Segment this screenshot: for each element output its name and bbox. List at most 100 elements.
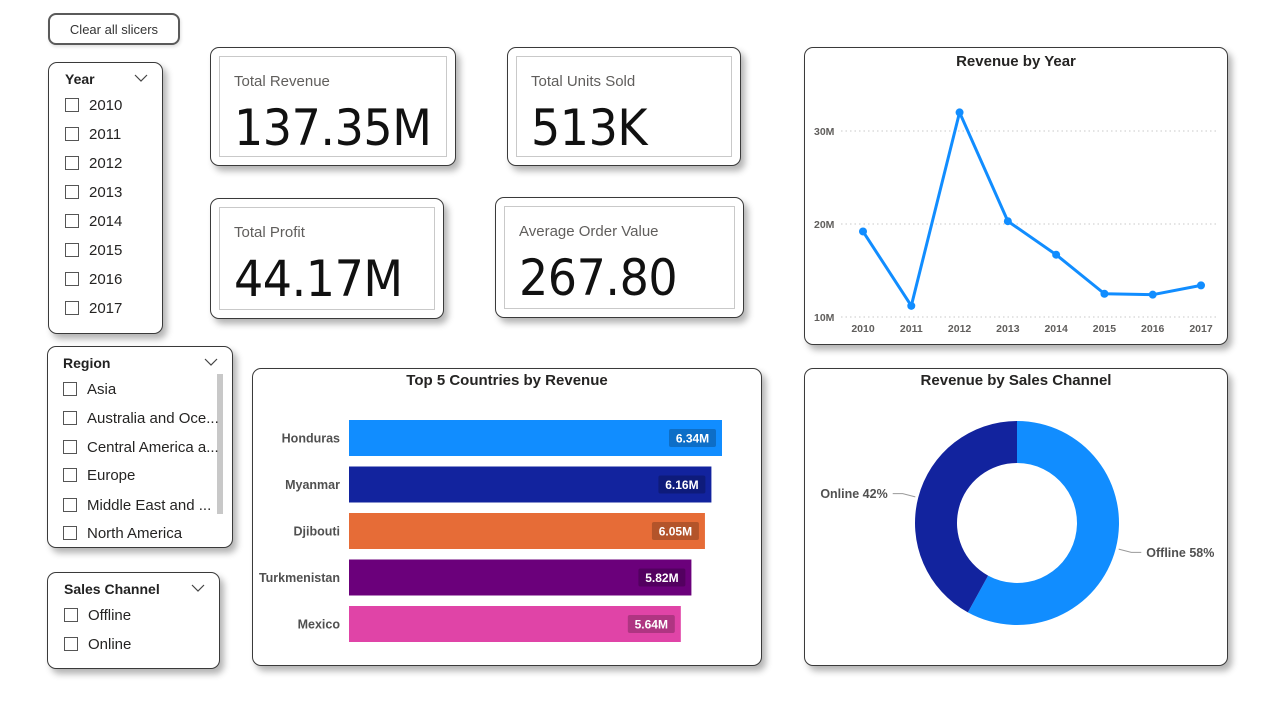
sales-channel-option-offline[interactable]: Offline (64, 604, 131, 626)
chevron-down-icon[interactable] (134, 73, 148, 83)
option-label: Europe (87, 466, 136, 484)
year-option-2010[interactable]: 2010 (65, 94, 122, 116)
region-option[interactable]: Middle East and ... (63, 494, 211, 516)
region-option[interactable]: Europe (63, 464, 135, 486)
checkbox[interactable] (65, 156, 79, 170)
card-frame: Total Revenue 137.35M (219, 56, 447, 157)
year-option-2015[interactable]: 2015 (65, 239, 122, 261)
card-frame: Total Profit 44.17M (219, 207, 435, 310)
option-label: 2012 (89, 154, 123, 172)
checkbox[interactable] (64, 608, 78, 622)
kpi-label: Total Profit (234, 224, 305, 241)
card-frame: Average Order Value 267.80 (504, 206, 735, 309)
x-tick-label: 2016 (1141, 323, 1165, 335)
checkbox[interactable] (63, 411, 77, 425)
checkbox[interactable] (65, 243, 79, 257)
x-tick-label: 2014 (1044, 323, 1068, 335)
year-option-2014[interactable]: 2014 (65, 210, 122, 232)
x-tick-label: 2010 (851, 323, 875, 335)
kpi-label: Total Units Sold (531, 73, 636, 90)
data-point (955, 108, 964, 117)
year-option-2011[interactable]: 2011 (65, 123, 121, 145)
option-label: North America (87, 524, 183, 542)
x-tick-label: 2013 (996, 323, 1020, 335)
bar (349, 420, 722, 456)
total-revenue-card: Total Revenue 137.35M (210, 47, 456, 166)
option-label: 2010 (89, 96, 123, 114)
category-label: Turkmenistan (259, 571, 340, 585)
region-option[interactable]: Asia (63, 378, 116, 400)
slice-label: Offline 58% (1146, 546, 1214, 560)
year-option-2016[interactable]: 2016 (65, 268, 122, 290)
series-line (861, 110, 1202, 308)
total-units-sold-card: Total Units Sold 513K (507, 47, 741, 166)
year-option-2013[interactable]: 2013 (65, 181, 122, 203)
clear-all-slicers-button[interactable]: Clear all slicers (48, 13, 180, 45)
option-label: 2013 (89, 183, 123, 201)
checkbox[interactable] (65, 301, 79, 315)
leader-line (1118, 548, 1142, 553)
region-option[interactable]: Australia and Oce... (63, 407, 219, 429)
kpi-label: Average Order Value (519, 223, 659, 240)
checkbox[interactable] (63, 526, 77, 540)
option-label: Australia and Oce... (87, 409, 219, 427)
option-label: 2015 (89, 241, 123, 259)
data-point (1052, 250, 1061, 259)
category-label: Myanmar (285, 478, 340, 492)
top-5-countries-chart[interactable]: Top 5 Countries by Revenue Honduras 6.34M… (252, 368, 762, 666)
option-label: 2016 (89, 270, 123, 288)
checkbox[interactable] (65, 98, 79, 112)
x-tick-label: 2012 (948, 323, 972, 335)
checkbox[interactable] (65, 214, 79, 228)
data-label: 5.64M (635, 618, 668, 632)
average-order-value-card: Average Order Value 267.80 (495, 197, 744, 318)
option-label: 2014 (89, 212, 123, 230)
checkbox[interactable] (63, 440, 77, 454)
x-tick-label: 2017 (1189, 323, 1213, 335)
line-chart-svg: 10M 20M 30M 2010 2011 2012 2013 2014 2015 2016 201… (814, 108, 1219, 335)
sales-channel-option-online[interactable]: Online (64, 633, 131, 655)
option-label: Middle East and ... (87, 496, 212, 514)
category-label: Honduras (282, 432, 340, 446)
checkbox[interactable] (65, 185, 79, 199)
data-point (1148, 290, 1157, 299)
checkbox[interactable] (63, 382, 77, 396)
option-label: Asia (87, 380, 117, 398)
kpi-value: 44.17M (234, 250, 403, 308)
checkbox[interactable] (63, 498, 77, 512)
option-label: 2011 (89, 125, 122, 143)
y-tick-label: 10M (814, 312, 835, 324)
donut-chart-svg: Offline 58% Online 42% (820, 421, 1214, 625)
year-option-2012[interactable]: 2012 (65, 152, 122, 174)
data-point (1003, 217, 1012, 226)
checkbox[interactable] (65, 127, 79, 141)
year-slicer-title: Year (65, 71, 95, 87)
year-slicer: Year 2010 2011 2012 2013 2014 2015 2016 … (48, 62, 163, 334)
sales-channel-slicer-title: Sales Channel (64, 581, 160, 597)
total-profit-card: Total Profit 44.17M (210, 198, 444, 319)
region-option[interactable]: Central America a... (63, 436, 219, 458)
chevron-down-icon[interactable] (204, 357, 218, 367)
data-label: 6.34M (676, 432, 709, 446)
revenue-by-year-chart[interactable]: Revenue by Year 10M 20M 30M 2010 2011 2012 201… (804, 47, 1228, 345)
kpi-value: 267.80 (519, 249, 678, 307)
checkbox[interactable] (63, 468, 77, 482)
revenue-by-sales-channel-chart[interactable]: Revenue by Sales Channel Offline 58% Onli… (804, 368, 1228, 666)
sales-channel-slicer: Sales Channel Offline Online (47, 572, 220, 669)
kpi-value: 513K (531, 99, 648, 157)
category-label: Djibouti (293, 525, 340, 539)
data-label: 6.05M (659, 525, 692, 539)
y-tick-label: 20M (814, 219, 835, 231)
bar (349, 513, 705, 549)
region-slicer: Region Asia Australia and Oce... Central… (47, 346, 233, 548)
chevron-down-icon[interactable] (191, 583, 205, 593)
region-option[interactable]: North America (63, 522, 182, 544)
checkbox[interactable] (65, 272, 79, 286)
option-label: Offline (88, 606, 132, 624)
year-option-2017[interactable]: 2017 (65, 297, 122, 319)
data-point (907, 301, 916, 310)
slice-label: Online 42% (820, 487, 887, 501)
x-tick-label: 2015 (1093, 323, 1117, 335)
checkbox[interactable] (64, 637, 78, 651)
kpi-label: Total Revenue (234, 73, 330, 90)
